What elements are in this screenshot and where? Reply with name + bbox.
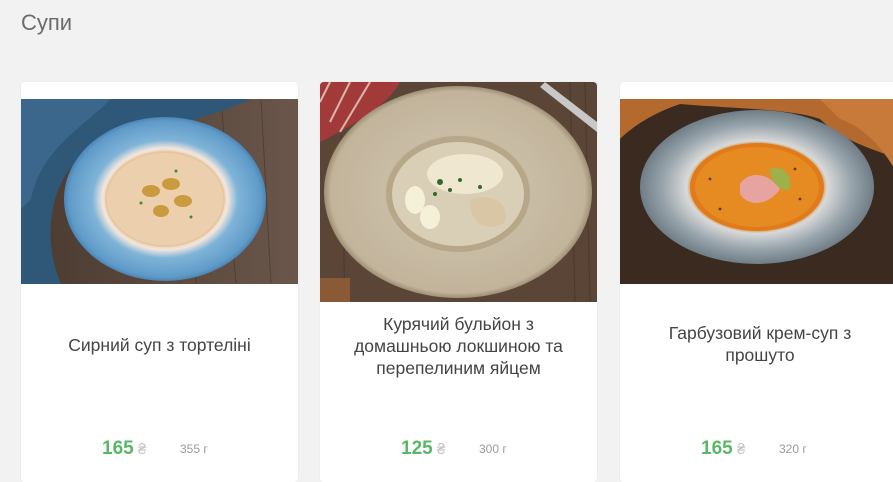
product-card-cheese-soup[interactable]: Сирний суп з тортеліні 165 ₴ 355 г bbox=[21, 82, 298, 482]
product-card-pumpkin-soup[interactable]: Гарбузовий крем-суп з прошуто 165 ₴ 320 … bbox=[620, 82, 893, 482]
cheese-soup-photo[interactable] bbox=[21, 99, 298, 284]
currency-icon: ₴ bbox=[437, 441, 446, 458]
product-price: 165 bbox=[102, 438, 134, 459]
product-name[interactable]: Сирний суп з тортеліні bbox=[39, 334, 280, 356]
section-title: Супи bbox=[21, 10, 73, 35]
product-name[interactable]: Курячий бульйон з домашньою локшиною та … bbox=[338, 313, 579, 379]
product-card-chicken-broth[interactable]: Курячий бульйон з домашньою локшиною та … bbox=[320, 82, 597, 482]
currency-icon: ₴ bbox=[737, 441, 746, 458]
pumpkin-soup-photo[interactable] bbox=[620, 99, 893, 284]
product-price: 165 bbox=[701, 438, 733, 459]
price-row: 165 ₴ 320 г bbox=[620, 437, 893, 461]
price-row: 165 ₴ 355 г bbox=[21, 437, 298, 461]
chicken-broth-photo[interactable] bbox=[320, 82, 597, 302]
price-row: 125 ₴ 300 г bbox=[320, 437, 597, 461]
currency-icon: ₴ bbox=[138, 441, 147, 458]
product-price: 125 bbox=[401, 438, 433, 459]
product-weight: 320 г bbox=[779, 442, 807, 456]
product-weight: 355 г bbox=[180, 442, 208, 456]
product-name[interactable]: Гарбузовий крем-суп з прошуто bbox=[638, 322, 882, 366]
product-weight: 300 г bbox=[479, 442, 507, 456]
